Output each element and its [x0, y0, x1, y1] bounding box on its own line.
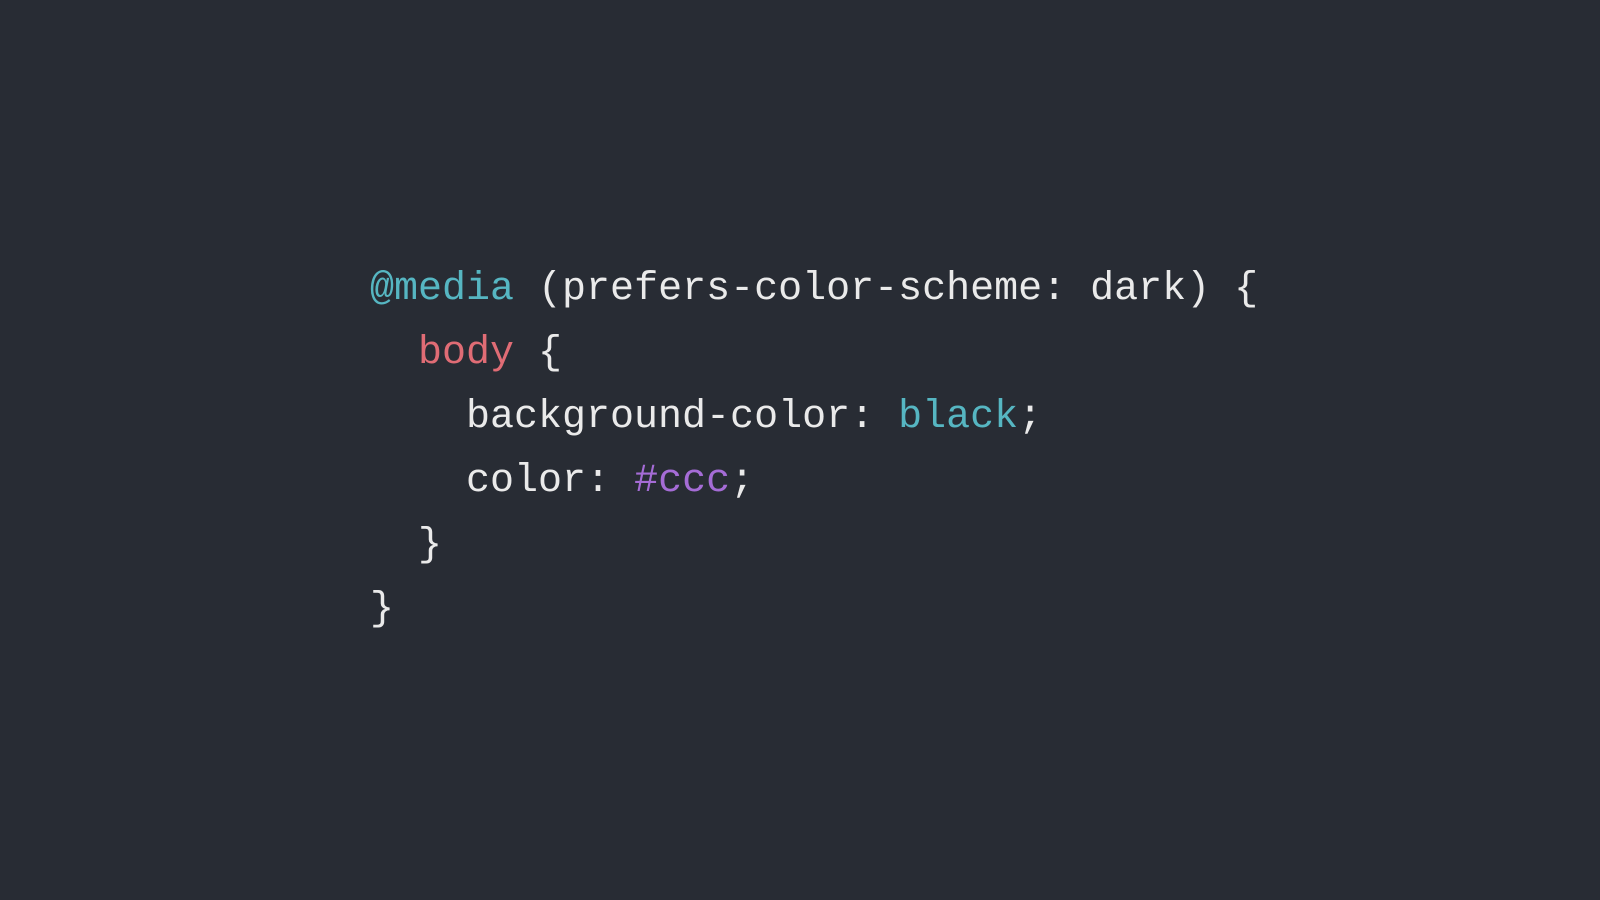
colon: : — [586, 459, 610, 504]
space — [514, 331, 538, 376]
brace-open: { — [1234, 267, 1258, 312]
css-code-snippet: @media (prefers-color-scheme: dark) { bo… — [370, 258, 1258, 642]
media-condition: (prefers-color-scheme: dark) — [538, 267, 1210, 312]
colon: : — [850, 395, 874, 440]
css-property: color — [466, 459, 586, 504]
css-value-keyword: black — [898, 395, 1018, 440]
space — [874, 395, 898, 440]
space — [1210, 267, 1234, 312]
semicolon: ; — [730, 459, 754, 504]
space — [514, 267, 538, 312]
css-property: background-color — [466, 395, 850, 440]
space — [610, 459, 634, 504]
brace-close: } — [418, 523, 442, 568]
css-value-hex: #ccc — [634, 459, 730, 504]
at-rule-keyword: @media — [370, 267, 514, 312]
selector: body — [418, 331, 514, 376]
brace-open: { — [538, 331, 562, 376]
semicolon: ; — [1018, 395, 1042, 440]
brace-close: } — [370, 587, 394, 632]
